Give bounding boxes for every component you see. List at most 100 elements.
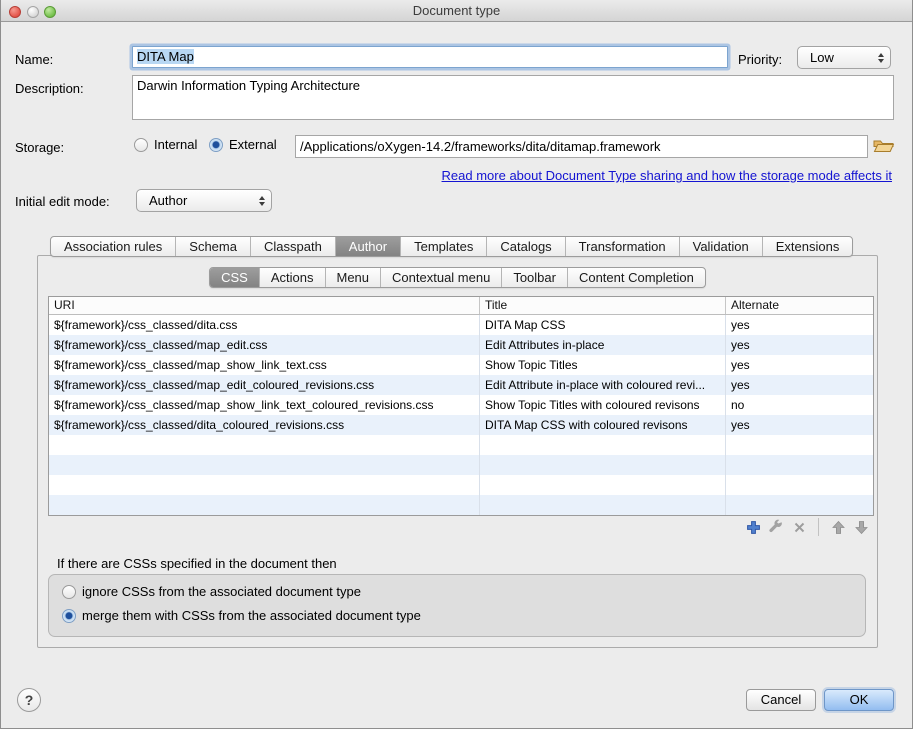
- tab-schema[interactable]: Schema: [176, 237, 251, 256]
- cell-title: DITA Map CSS with coloured revisons: [480, 415, 726, 435]
- cell-uri: ${framework}/css_classed/map_show_link_t…: [49, 395, 480, 415]
- radio-selected-icon: [62, 609, 76, 623]
- tab-validation[interactable]: Validation: [680, 237, 763, 256]
- table-row[interactable]: ${framework}/css_classed/map_show_link_t…: [49, 395, 873, 415]
- add-button[interactable]: [745, 519, 761, 535]
- table-row[interactable]: ${framework}/css_classed/dita.css DITA M…: [49, 315, 873, 335]
- cell-title: Show Topic Titles: [480, 355, 726, 375]
- tab-author[interactable]: Author: [336, 237, 401, 256]
- table-row[interactable]: ${framework}/css_classed/map_edit_colour…: [49, 375, 873, 395]
- storage-sharing-link[interactable]: Read more about Document Type sharing an…: [442, 168, 892, 183]
- name-input[interactable]: DITA Map: [132, 46, 728, 68]
- tab-association-rules[interactable]: Association rules: [51, 237, 176, 256]
- subtab-menu[interactable]: Menu: [326, 268, 382, 287]
- priority-select[interactable]: Low: [797, 46, 891, 69]
- description-value: Darwin Information Typing Architecture: [137, 78, 360, 93]
- help-label: ?: [25, 692, 34, 708]
- column-header-alternate[interactable]: Alternate: [726, 297, 873, 314]
- merge-css-label: merge them with CSSs from the associated…: [82, 608, 421, 623]
- table-row[interactable]: ${framework}/css_classed/map_edit.css Ed…: [49, 335, 873, 355]
- cell-uri: ${framework}/css_classed/map_edit.css: [49, 335, 480, 355]
- cell-alternate: no: [726, 395, 873, 415]
- ignore-css-label: ignore CSSs from the associated document…: [82, 584, 361, 599]
- arrow-up-icon: [831, 520, 846, 535]
- arrow-down-icon: [854, 520, 869, 535]
- edit-button[interactable]: [768, 519, 784, 535]
- storage-label: Storage:: [15, 140, 64, 155]
- subtab-css[interactable]: CSS: [210, 268, 260, 287]
- main-tab-bar: Association rules Schema Classpath Autho…: [50, 236, 853, 257]
- name-label: Name:: [15, 52, 53, 67]
- cell-uri: ${framework}/css_classed/dita_coloured_r…: [49, 415, 480, 435]
- cell-uri: ${framework}/css_classed/map_show_link_t…: [49, 355, 480, 375]
- ok-button[interactable]: OK: [824, 689, 894, 711]
- edit-mode-label: Initial edit mode:: [15, 194, 110, 209]
- plus-icon: [746, 520, 761, 535]
- description-input[interactable]: Darwin Information Typing Architecture: [132, 75, 894, 120]
- name-value: DITA Map: [137, 49, 194, 64]
- cell-uri: ${framework}/css_classed/dita.css: [49, 315, 480, 335]
- wrench-icon: [768, 519, 784, 535]
- table-row[interactable]: ${framework}/css_classed/dita_coloured_r…: [49, 415, 873, 435]
- storage-path-input[interactable]: /Applications/oXygen-14.2/frameworks/dit…: [295, 135, 868, 158]
- tab-templates[interactable]: Templates: [401, 237, 487, 256]
- folder-icon: [873, 137, 895, 154]
- radio-icon: [134, 138, 148, 152]
- toolbar-separator: [818, 518, 819, 536]
- table-row-empty: [49, 495, 873, 515]
- storage-path-value: /Applications/oXygen-14.2/frameworks/dit…: [300, 139, 661, 154]
- table-row-empty: [49, 455, 873, 475]
- sub-tab-bar-wrap: CSS Actions Menu Contextual menu Toolbar…: [37, 267, 878, 288]
- browse-folder-button[interactable]: [873, 137, 895, 159]
- stepper-arrows-icon: [259, 196, 265, 206]
- cell-alternate: yes: [726, 335, 873, 355]
- column-header-uri[interactable]: URI: [49, 297, 480, 314]
- subtab-content-completion[interactable]: Content Completion: [568, 268, 705, 287]
- cell-alternate: yes: [726, 315, 873, 335]
- table-row[interactable]: ${framework}/css_classed/map_show_link_t…: [49, 355, 873, 375]
- sub-tab-bar: CSS Actions Menu Contextual menu Toolbar…: [209, 267, 706, 288]
- radio-icon: [62, 585, 76, 599]
- tab-extensions[interactable]: Extensions: [763, 237, 853, 256]
- css-table: URI Title Alternate ${framework}/css_cla…: [48, 296, 874, 516]
- table-row-empty: [49, 475, 873, 495]
- stepper-arrows-icon: [878, 53, 884, 63]
- storage-external-label: External: [229, 137, 277, 152]
- ignore-css-radio[interactable]: ignore CSSs from the associated document…: [62, 584, 361, 599]
- x-icon: [792, 520, 807, 535]
- cell-title: Edit Attributes in-place: [480, 335, 726, 355]
- move-down-button[interactable]: [853, 519, 869, 535]
- subtab-toolbar[interactable]: Toolbar: [502, 268, 568, 287]
- cell-uri: ${framework}/css_classed/map_edit_colour…: [49, 375, 480, 395]
- tab-transformation[interactable]: Transformation: [566, 237, 680, 256]
- cell-title: DITA Map CSS: [480, 315, 726, 335]
- column-header-title[interactable]: Title: [480, 297, 726, 314]
- tab-classpath[interactable]: Classpath: [251, 237, 336, 256]
- css-policy-label: If there are CSSs specified in the docum…: [57, 556, 337, 571]
- cell-title: Show Topic Titles with coloured revisons: [480, 395, 726, 415]
- tab-catalogs[interactable]: Catalogs: [487, 237, 565, 256]
- cell-alternate: yes: [726, 415, 873, 435]
- subtab-actions[interactable]: Actions: [260, 268, 326, 287]
- cell-alternate: yes: [726, 375, 873, 395]
- delete-button[interactable]: [791, 519, 807, 535]
- priority-value: Low: [804, 50, 874, 65]
- storage-internal-label: Internal: [154, 137, 197, 152]
- storage-external-radio[interactable]: External: [209, 137, 277, 152]
- merge-css-radio[interactable]: merge them with CSSs from the associated…: [62, 608, 421, 623]
- cancel-button[interactable]: Cancel: [746, 689, 816, 711]
- cell-title: Edit Attribute in-place with coloured re…: [480, 375, 726, 395]
- edit-mode-select[interactable]: Author: [136, 189, 272, 212]
- description-label: Description:: [15, 81, 84, 96]
- edit-mode-value: Author: [143, 193, 255, 208]
- table-toolbar: [745, 518, 869, 536]
- move-up-button[interactable]: [830, 519, 846, 535]
- subtab-contextual-menu[interactable]: Contextual menu: [381, 268, 502, 287]
- table-header: URI Title Alternate: [49, 297, 873, 315]
- priority-label: Priority:: [738, 52, 782, 67]
- window-title: Document type: [1, 3, 912, 18]
- table-row-empty: [49, 435, 873, 455]
- storage-internal-radio[interactable]: Internal: [134, 137, 197, 152]
- help-button[interactable]: ?: [17, 688, 41, 712]
- title-bar: Document type: [1, 0, 912, 22]
